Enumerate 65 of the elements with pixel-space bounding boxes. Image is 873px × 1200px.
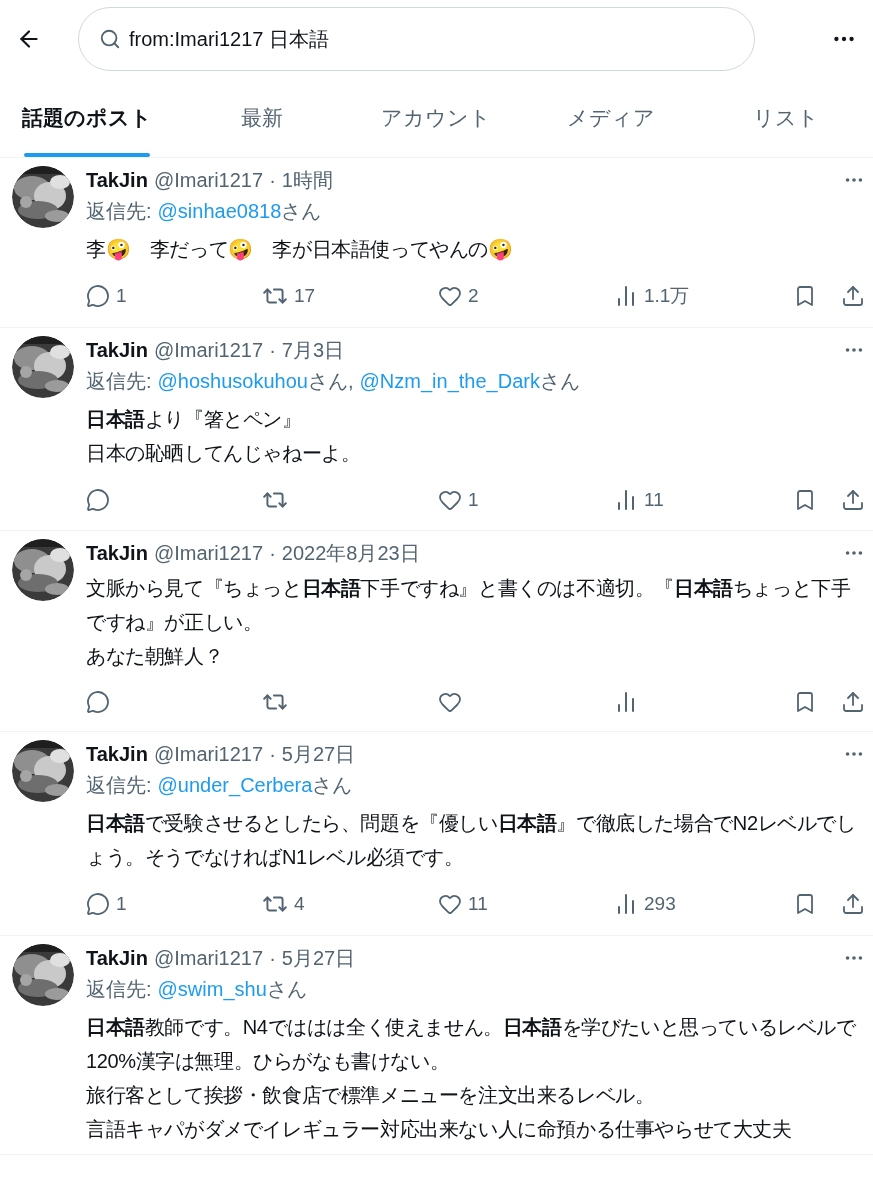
honorific-text: さん [539, 368, 580, 392]
search-icon [99, 28, 121, 50]
author-handle[interactable]: @Imari1217 [153, 539, 264, 567]
share-icon[interactable] [841, 690, 865, 714]
author-handle[interactable]: @Imari1217 [153, 335, 264, 364]
tab[interactable]: メディア [523, 78, 699, 157]
count-label: 4 [294, 892, 305, 916]
separator-dot: · [269, 541, 276, 566]
reply-label: 返信先: [86, 976, 152, 1002]
post-text: 日本語より『箸とペン』 [86, 406, 303, 432]
post-text: 文脈から見て『ちょっと日本語下手ですね』と書くのは不適切。『日本語ちょっと下手ですね』が正しい。 [86, 576, 852, 635]
author-handle[interactable]: @Imari1217 [153, 166, 264, 194]
count-label: 11 [644, 487, 664, 512]
reply-icon[interactable] [86, 892, 110, 917]
count-label: 293 [644, 892, 676, 916]
author-handle[interactable]: @Imari1217 [153, 740, 264, 768]
share-icon[interactable] [841, 487, 865, 512]
like-icon[interactable] [438, 690, 462, 714]
author-name[interactable]: TakJin [86, 740, 148, 768]
like-icon[interactable] [438, 892, 462, 917]
post-time[interactable]: 5月27日 [281, 740, 356, 768]
post-text: 日本語で受験させるとしたら、問題を『優しい日本語』で徹底した場合でN2レベルでしょう。そうでなければN1レベル必須です。 [86, 811, 857, 870]
author-name[interactable]: TakJin [86, 943, 148, 972]
separator-dot: · [269, 337, 276, 363]
honorific-text: さん [266, 976, 307, 1002]
count-label: 1 [116, 892, 127, 916]
post-text: 言語キャパがダメでイレギュラー対応出来ない人に命預かる仕事やらせて大丈夫 [86, 1116, 793, 1142]
count-label: 11 [468, 892, 488, 916]
post-text: 日本語教師です。N4でははは全く使えません。日本語を学びたいと思っているレベルで120%漢字は無理。ひらがなも書けない。 [86, 1014, 857, 1074]
tab[interactable]: リスト [698, 78, 873, 157]
post-time[interactable]: 1時間 [281, 166, 333, 194]
post-text: あなた朝鮮人？ [86, 644, 225, 669]
author-handle[interactable]: @Imari1217 [153, 943, 264, 972]
reply-label: 返信先: [86, 773, 152, 798]
tab[interactable]: アカウント [349, 78, 524, 157]
reply-icon[interactable] [86, 284, 110, 309]
post-text: 旅行客として挨拶・飲食店で標準メニューを注文出来るレベル。 [86, 1082, 656, 1108]
author-name[interactable]: TakJin [86, 539, 148, 567]
author-name[interactable]: TakJin [86, 166, 148, 194]
tab[interactable]: 最新 [174, 78, 350, 157]
count-label: 1 [116, 284, 127, 308]
share-icon[interactable] [841, 892, 865, 917]
share-icon[interactable] [841, 284, 865, 309]
reply-icon[interactable] [86, 487, 110, 512]
post-time[interactable]: 5月27日 [281, 943, 356, 972]
count-label: 17 [294, 284, 316, 308]
like-icon[interactable] [438, 284, 462, 309]
author-name[interactable]: TakJin [86, 335, 148, 364]
post-text: 李🤪 李だって🤪 李が日本語使ってやんの🤪 [86, 237, 514, 263]
reply-label: 返信先: [86, 199, 152, 224]
honorific-text: さん [281, 199, 322, 224]
reply-icon[interactable] [86, 690, 110, 714]
honorific-text: さん [312, 773, 353, 796]
separator-dot: · [269, 742, 276, 767]
count-label: 1.1万 [644, 284, 690, 308]
post-time[interactable]: 7月3日 [281, 335, 345, 364]
count-label: 2 [468, 284, 479, 308]
post-text: 日本の恥晒してんじゃねーよ。 [86, 440, 362, 466]
tab[interactable]: 話題のポスト [0, 78, 175, 157]
separator-dot: · [269, 168, 276, 193]
separator-dot: · [269, 945, 276, 971]
reply-label: 返信先: [86, 368, 152, 394]
count-label: 1 [468, 487, 479, 512]
post-time[interactable]: 2022年8月23日 [281, 539, 420, 567]
honorific-text: さん, [308, 368, 354, 394]
